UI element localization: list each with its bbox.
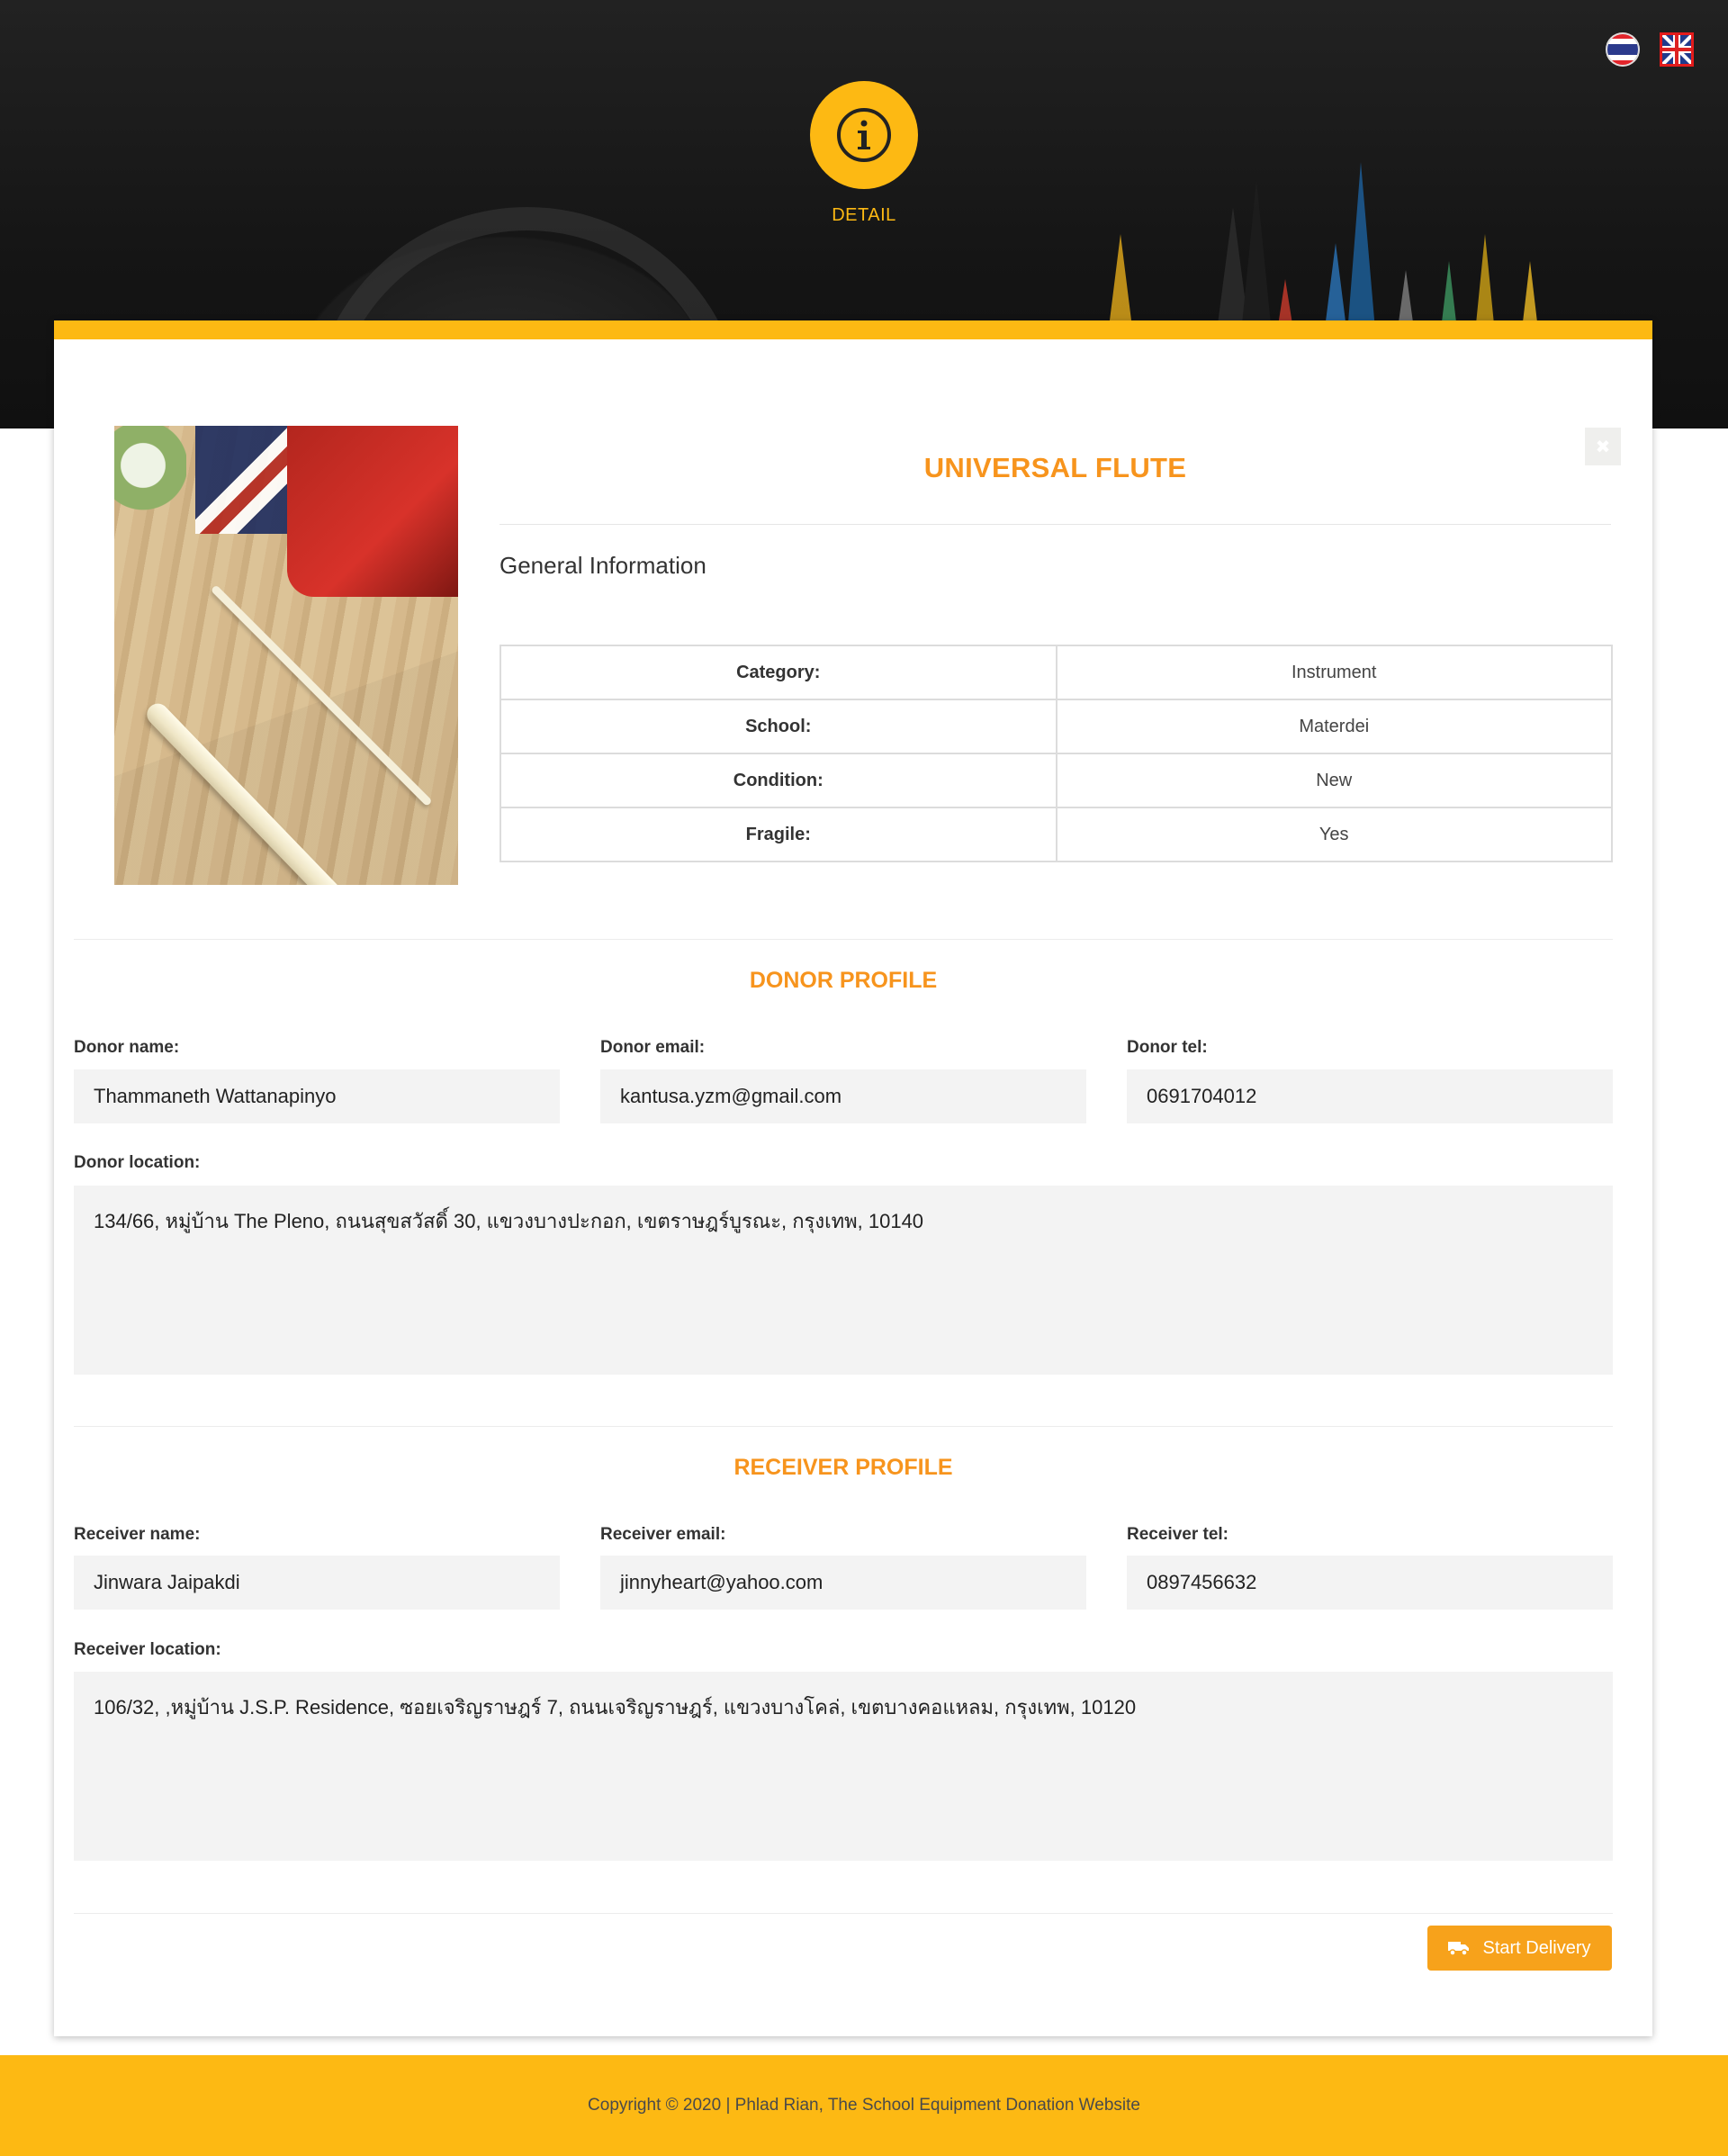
start-delivery-button[interactable]: Start Delivery [1427,1926,1612,1971]
info-label: Category: [500,645,1058,700]
donor-location-label: Donor location: [74,1153,201,1172]
uk-flag-icon[interactable] [1660,32,1694,67]
donor-tel-label: Donor tel: [1127,1038,1208,1057]
donor-name-field[interactable]: Thammaneth Wattanapinyo [74,1069,560,1123]
receiver-tel-label: Receiver tel: [1127,1525,1229,1544]
info-value: Materdei [1055,699,1613,754]
item-title: UNIVERSAL FLUTE [923,452,1187,483]
divider [500,524,1611,525]
receiver-location-field[interactable]: 106/32, ,หมู่บ้าน J.S.P. Residence, ซอยเ… [74,1672,1613,1861]
receiver-email-label: Receiver email: [600,1525,726,1544]
receiver-tel-field[interactable]: 0897456632 [1127,1556,1613,1610]
receiver-email-field[interactable]: jinnyheart@yahoo.com [600,1556,1086,1610]
table-row: Fragile: Yes [500,807,1613,862]
table-row: School: Materdei [500,699,1613,754]
truck-icon [1448,1942,1470,1956]
divider [74,1426,1613,1427]
receiver-name-field[interactable]: Jinwara Jaipakdi [74,1556,560,1610]
general-information-heading: General Information [500,552,706,579]
info-value: Yes [1055,807,1613,862]
table-row: Category: Instrument [500,645,1613,700]
donor-location-field[interactable]: 134/66, หมู่บ้าน The Pleno, ถนนสุขสวัสดิ… [74,1186,1613,1375]
info-label: School: [500,699,1058,754]
donor-name-label: Donor name: [74,1038,180,1057]
divider [74,939,1613,940]
info-value: New [1055,753,1613,808]
info-value: Instrument [1055,645,1613,700]
info-label: Condition: [500,753,1058,808]
table-row: Condition: New [500,753,1613,808]
info-icon [837,108,891,162]
donor-email-field[interactable]: kantusa.yzm@gmail.com [600,1069,1086,1123]
donor-profile-title: DONOR PROFILE [749,968,938,993]
receiver-location-label: Receiver location: [74,1640,221,1659]
start-delivery-label: Start Delivery [1482,1937,1591,1958]
copyright-text: Copyright © 2020 | Phlad Rian, The Schoo… [588,2096,1140,2115]
thai-flag-icon[interactable] [1606,32,1640,67]
donor-email-label: Donor email: [600,1038,706,1057]
receiver-name-label: Receiver name: [74,1525,201,1544]
footer: Copyright © 2020 | Phlad Rian, The Schoo… [0,2055,1728,2156]
item-info-table: Category: Instrument School: Materdei Co… [500,645,1613,862]
language-switcher [1606,32,1694,67]
detail-card: ✖ UNIVERSAL FLUTE General Information Ca… [54,320,1652,2036]
info-label: Fragile: [500,807,1058,862]
item-photo [114,426,458,885]
donor-tel-field[interactable]: 0691704012 [1127,1069,1613,1123]
detail-label: DETAIL [832,205,896,225]
receiver-profile-title: RECEIVER PROFILE [734,1455,953,1480]
detail-badge [810,81,918,189]
divider [74,1913,1613,1914]
